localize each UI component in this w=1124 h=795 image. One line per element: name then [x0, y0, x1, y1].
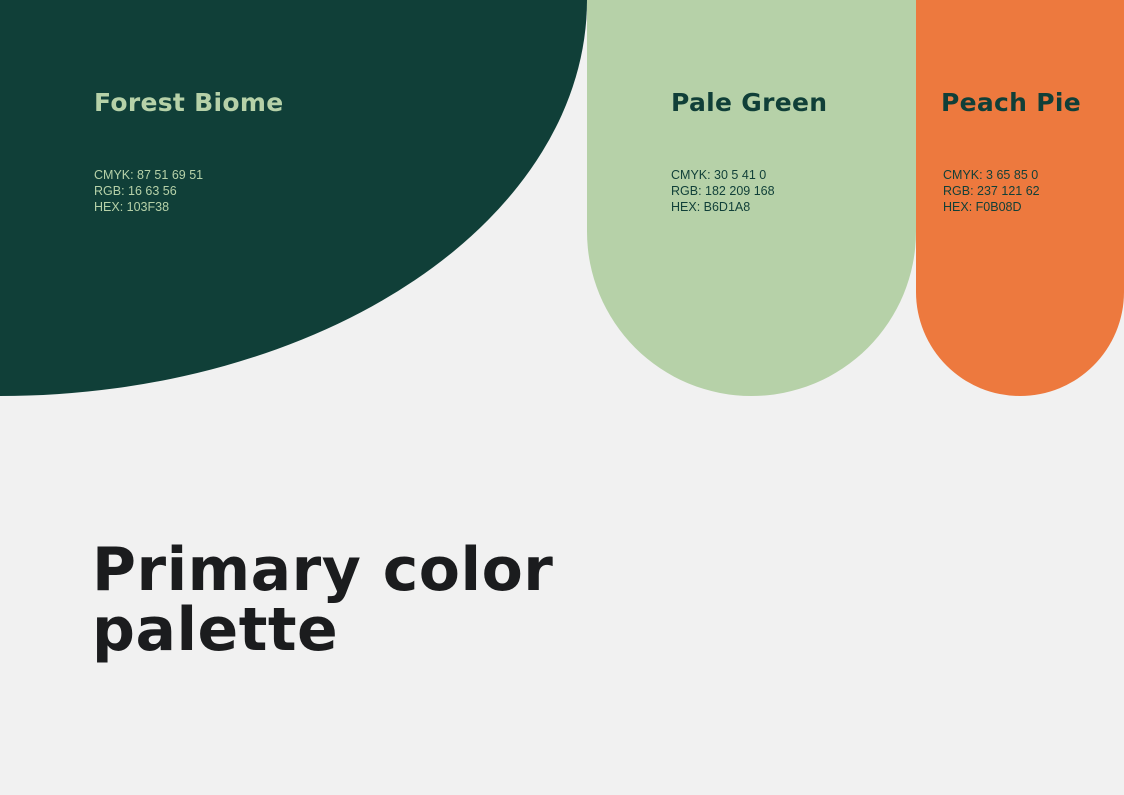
swatch-name: Peach Pie [941, 88, 1082, 117]
swatch-peach-pie: Peach Pie CMYK: 3 65 85 0 RGB: 237 121 6… [916, 0, 1124, 396]
page-title: Primary color palette [92, 535, 554, 665]
rgb-value: RGB: 237 121 62 [943, 184, 1040, 198]
swatch-forest-biome: Forest Biome CMYK: 87 51 69 51 RGB: 16 6… [0, 0, 587, 396]
swatch-values: CMYK: 87 51 69 51 RGB: 16 63 56 HEX: 103… [94, 167, 203, 215]
cmyk-value: CMYK: 30 5 41 0 [671, 168, 767, 182]
swatch-name: Pale Green [671, 88, 828, 117]
swatch-name: Forest Biome [94, 88, 284, 117]
cmyk-value: CMYK: 87 51 69 51 [94, 168, 204, 182]
rgb-value: RGB: 16 63 56 [94, 184, 177, 198]
swatch-values: CMYK: 3 65 85 0 RGB: 237 121 62 HEX: F0B… [943, 167, 1040, 215]
swatch-values: CMYK: 30 5 41 0 RGB: 182 209 168 HEX: B6… [671, 167, 775, 215]
hex-value: HEX: 103F38 [94, 200, 170, 214]
rgb-value: RGB: 182 209 168 [671, 184, 775, 198]
cmyk-value: CMYK: 3 65 85 0 [943, 168, 1039, 182]
hex-value: HEX: B6D1A8 [671, 200, 751, 214]
swatch-pale-green: Pale Green CMYK: 30 5 41 0 RGB: 182 209 … [587, 0, 916, 396]
hex-value: HEX: F0B08D [943, 200, 1022, 214]
